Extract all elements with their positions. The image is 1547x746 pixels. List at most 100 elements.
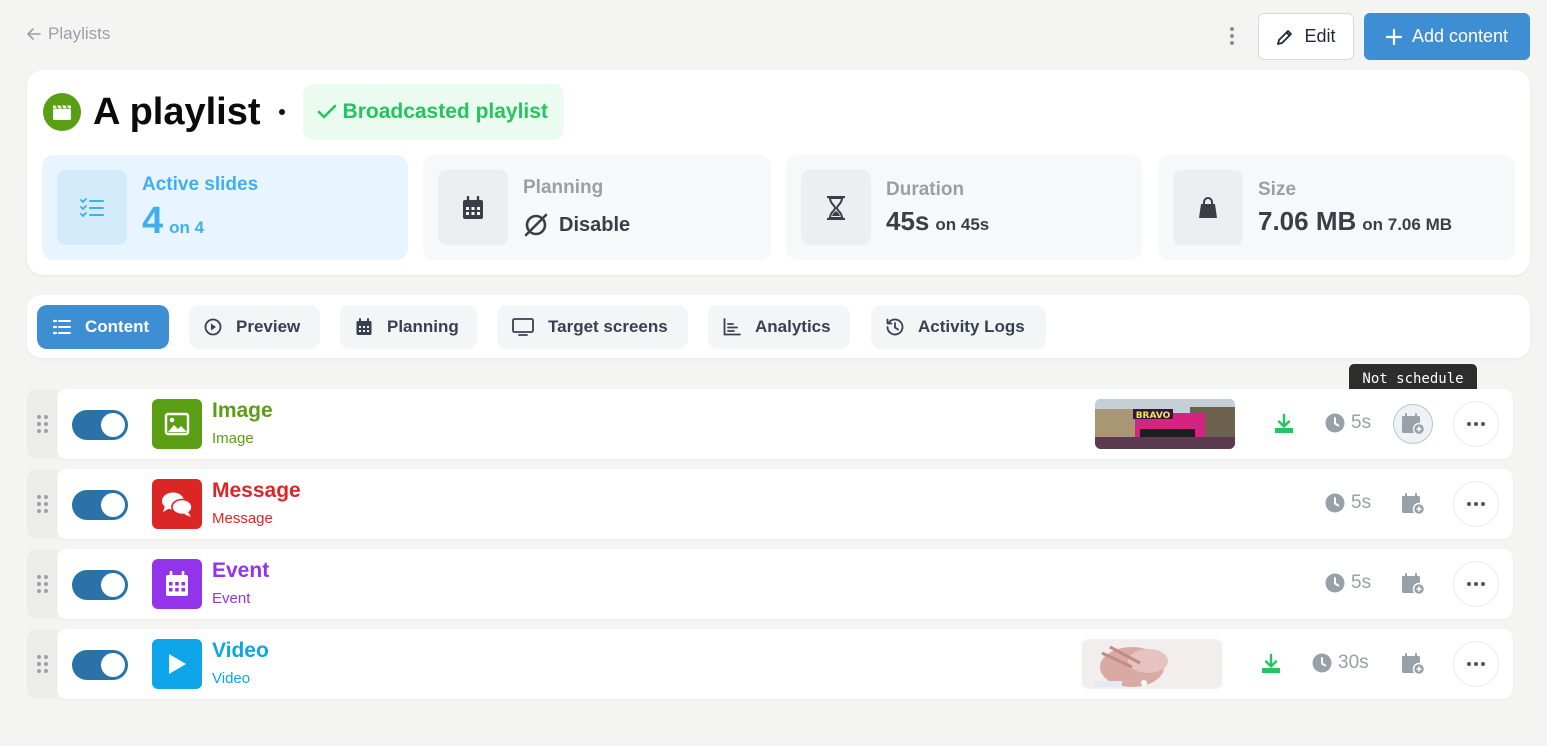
stat-value: 45s — [886, 206, 930, 236]
page-title: A playlist — [93, 90, 261, 133]
tab-bar: Content Preview Planning Target screens … — [27, 295, 1530, 358]
stat-duration: Duration 45s on 45s — [786, 155, 1142, 260]
row-more-button[interactable] — [1453, 481, 1499, 527]
row-more-button[interactable] — [1453, 401, 1499, 447]
duration-indicator: 30s — [1312, 652, 1369, 674]
duration-value: 30s — [1338, 652, 1369, 673]
image-icon — [152, 399, 202, 449]
more-actions-button[interactable] — [1222, 24, 1242, 48]
pencil-icon — [1277, 29, 1293, 45]
drag-handle-icon[interactable] — [37, 575, 48, 593]
content-row: Message Message 5s — [57, 469, 1513, 539]
duration-value: 5s — [1351, 412, 1372, 433]
clapperboard-icon — [43, 93, 81, 131]
tab-preview[interactable]: Preview — [189, 305, 320, 349]
shopping-bag-icon — [1173, 170, 1243, 245]
add-schedule-button[interactable] — [1393, 484, 1433, 524]
status-badge: Broadcasted playlist — [302, 84, 564, 140]
stat-value: Disable — [559, 213, 631, 236]
slide-toggle[interactable] — [72, 650, 128, 680]
content-name[interactable]: Message — [212, 479, 301, 503]
add-schedule-button[interactable] — [1393, 644, 1433, 684]
drag-handle-icon[interactable] — [37, 655, 48, 673]
history-icon — [886, 318, 904, 336]
content-type: Event — [212, 590, 251, 607]
tab-target-screens[interactable]: Target screens — [497, 305, 688, 349]
calendar-plus-icon — [1402, 573, 1425, 595]
add-schedule-button[interactable] — [1393, 404, 1433, 444]
bar-chart-icon — [723, 318, 741, 336]
clock-icon — [1325, 573, 1345, 593]
calendar-plus-icon — [1402, 413, 1425, 435]
content-thumbnail[interactable] — [1082, 639, 1222, 689]
content-name[interactable]: Video — [212, 639, 269, 663]
tab-analytics[interactable]: Analytics — [708, 305, 850, 349]
stat-label: Duration — [886, 179, 965, 200]
drag-handle-icon[interactable] — [37, 495, 48, 513]
duration-value: 5s — [1351, 492, 1372, 513]
content-type: Image — [212, 430, 254, 447]
add-schedule-button[interactable] — [1393, 564, 1433, 604]
stat-label: Size — [1258, 179, 1297, 200]
arrow-left-icon — [27, 28, 41, 40]
calendar-icon — [152, 559, 202, 609]
row-more-button[interactable] — [1453, 641, 1499, 687]
add-content-label: Add content — [1411, 26, 1509, 46]
drag-handle-icon[interactable] — [37, 415, 48, 433]
download-icon — [1262, 653, 1280, 673]
calendar-plus-icon — [1402, 653, 1425, 675]
stat-suffix: on 45s — [935, 215, 990, 234]
edit-button[interactable]: Edit — [1258, 13, 1354, 60]
chat-bubbles-icon — [152, 479, 202, 529]
tab-label: Activity Logs — [918, 317, 1025, 336]
content-row: Video Video 30s — [57, 629, 1513, 699]
calendar-icon — [356, 318, 372, 335]
stat-size: Size 7.06 MB on 7.06 MB — [1158, 155, 1515, 260]
content-row: Image Image BRAVO 5s — [57, 389, 1513, 459]
check-icon — [317, 104, 336, 119]
status-label: Broadcasted playlist — [342, 100, 548, 123]
stat-active-slides: Active slides 4 on 4 — [42, 155, 408, 260]
plus-icon — [1385, 28, 1402, 45]
duration-indicator: 5s — [1325, 412, 1371, 434]
tab-label: Planning — [387, 317, 459, 336]
play-circle-icon — [204, 318, 222, 336]
tab-label: Content — [85, 317, 150, 336]
empty-set-icon — [524, 213, 548, 237]
duration-value: 5s — [1351, 572, 1372, 593]
stat-planning: Planning Disable — [423, 155, 771, 260]
content-name[interactable]: Event — [212, 559, 269, 583]
slide-toggle[interactable] — [72, 410, 128, 440]
svg-text:BRAVO: BRAVO — [1136, 411, 1171, 421]
row-more-button[interactable] — [1453, 561, 1499, 607]
content-row: Event Event 5s — [57, 549, 1513, 619]
content-name[interactable]: Image — [212, 399, 273, 423]
content-type: Message — [212, 510, 273, 527]
stat-label: Active slides — [142, 174, 259, 195]
list-check-icon — [57, 170, 127, 245]
stat-value: 7.06 MB — [1258, 206, 1357, 236]
content-thumbnail[interactable]: BRAVO — [1095, 399, 1235, 449]
tab-content[interactable]: Content — [37, 305, 169, 349]
clock-icon — [1325, 413, 1345, 433]
add-content-button[interactable]: Add content — [1364, 13, 1530, 60]
slide-toggle[interactable] — [72, 490, 128, 520]
back-to-playlists-link[interactable]: Playlists — [26, 24, 110, 44]
calendar-plus-icon — [1402, 493, 1425, 515]
play-icon — [152, 639, 202, 689]
playlist-header-card: A playlist Broadcasted playlist Active s… — [27, 70, 1530, 275]
tab-planning[interactable]: Planning — [340, 305, 477, 349]
tab-activity-logs[interactable]: Activity Logs — [871, 305, 1046, 349]
calendar-icon — [438, 170, 508, 245]
tab-label: Preview — [236, 317, 301, 336]
duration-indicator: 5s — [1325, 572, 1371, 594]
stat-suffix: on 7.06 MB — [1362, 215, 1453, 234]
stat-value: 4 — [142, 200, 164, 242]
slide-toggle[interactable] — [72, 570, 128, 600]
list-icon — [53, 319, 71, 335]
stat-suffix: on 4 — [169, 218, 205, 237]
back-label: Playlists — [48, 24, 111, 43]
clock-icon — [1325, 493, 1345, 513]
tab-label: Analytics — [755, 317, 831, 336]
stat-label: Planning — [523, 177, 604, 198]
